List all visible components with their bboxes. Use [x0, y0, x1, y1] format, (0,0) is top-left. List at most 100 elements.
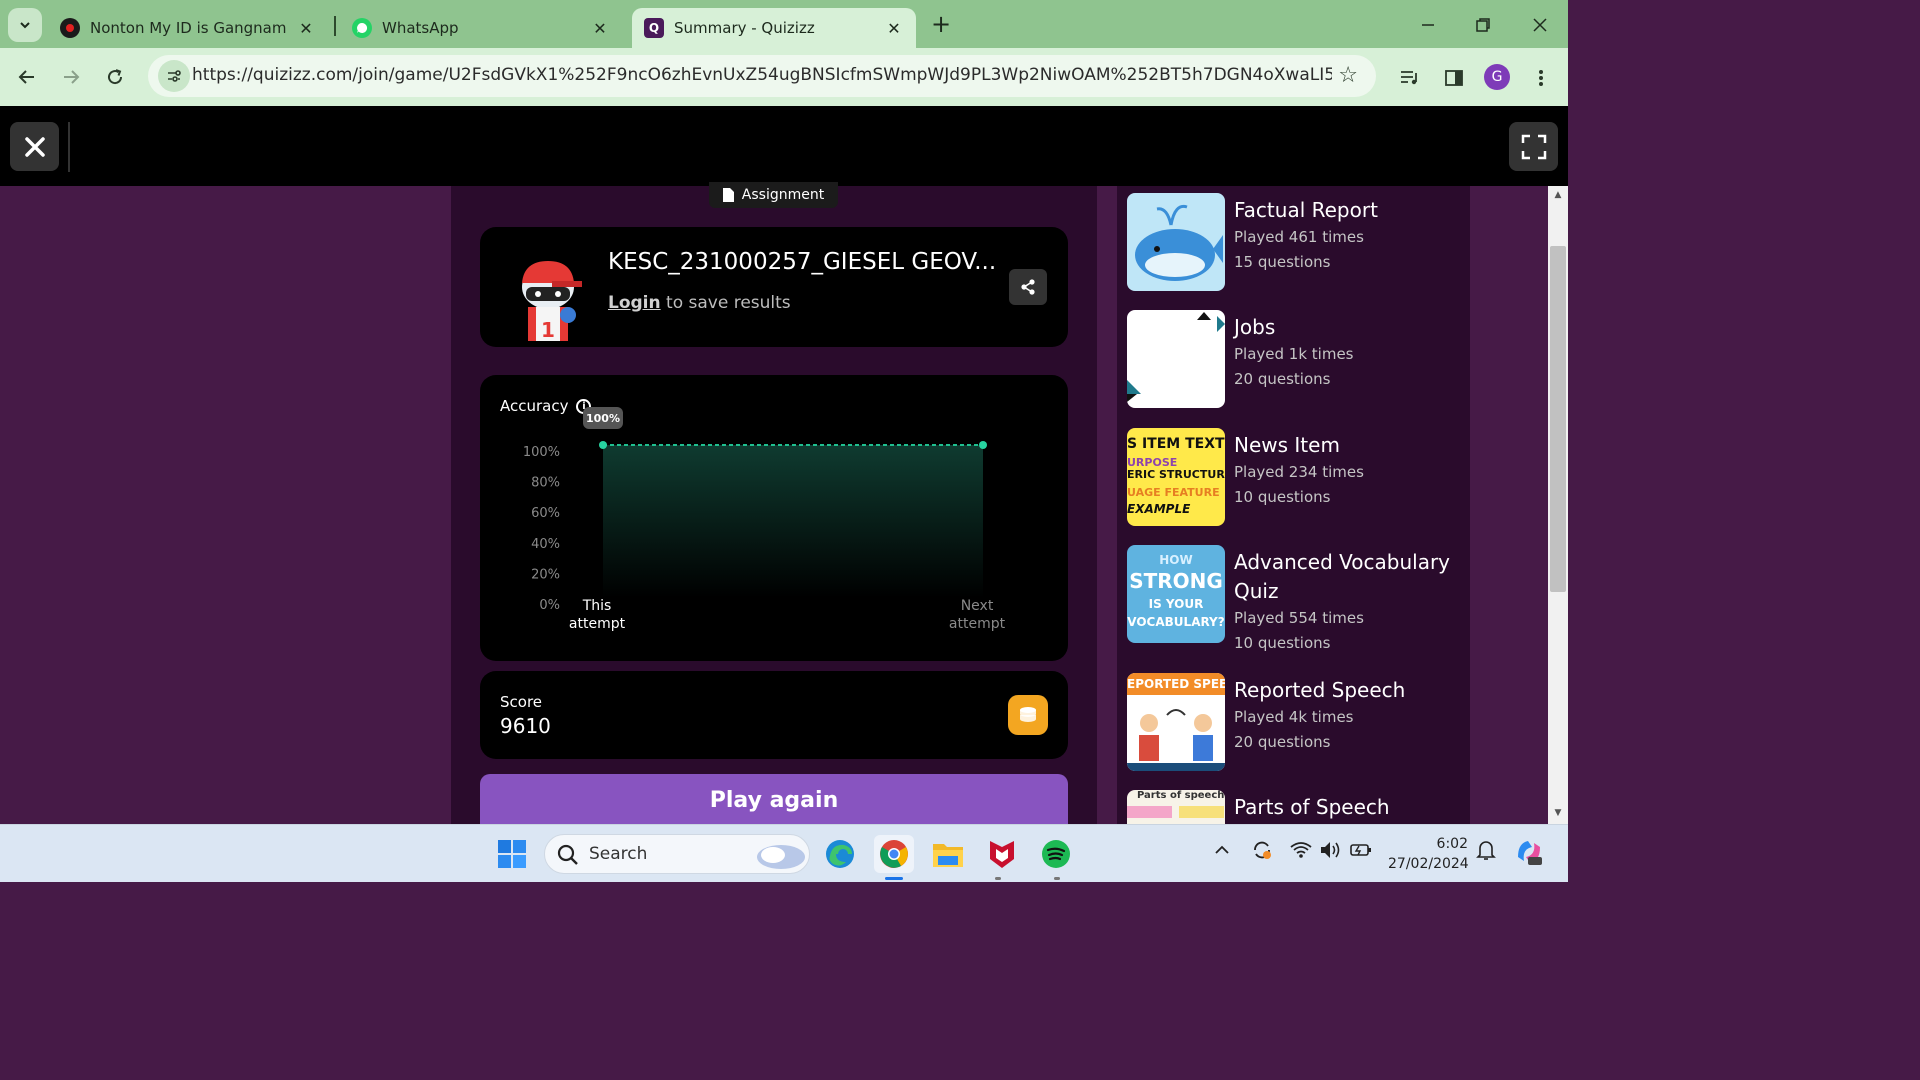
quiz-question-count: 10 questions	[1234, 488, 1331, 506]
quiz-thumbnail[interactable]: EPORTED SPEE	[1127, 673, 1225, 771]
volume-icon[interactable]	[1320, 841, 1342, 863]
fullscreen-button[interactable]	[1509, 122, 1558, 171]
reload-button[interactable]	[98, 60, 132, 94]
quiz-title[interactable]: Advanced Vocabulary Quiz	[1234, 548, 1464, 606]
bookmark-star-icon[interactable]: ☆	[1338, 63, 1358, 88]
quiz-title[interactable]: Reported Speech	[1234, 676, 1464, 705]
document-icon	[722, 188, 734, 202]
data-point-next-attempt[interactable]	[979, 441, 987, 449]
data-point-this-attempt[interactable]	[599, 441, 607, 449]
windows-taskbar: Search 6:02 27/02/2024	[0, 824, 1568, 882]
accuracy-tooltip: 100%	[583, 407, 623, 429]
search-label: Search	[589, 844, 648, 864]
game-header	[0, 106, 1568, 186]
notifications-icon[interactable]	[1476, 839, 1496, 865]
jobs-image	[1127, 312, 1225, 402]
chrome-active-indicator	[885, 877, 903, 880]
thumb-text: ERIC STRUCTURE	[1127, 468, 1225, 481]
search-highlight-image	[757, 845, 805, 869]
close-tab-icon[interactable]: ✕	[296, 19, 316, 38]
taskbar-search-box[interactable]: Search	[544, 834, 810, 874]
quiz-played-count: Played 1k times	[1234, 345, 1354, 363]
url-text[interactable]: https://quizizz.com/join/game/U2FsdGVkX1…	[192, 65, 1332, 85]
forward-button[interactable]	[54, 60, 88, 94]
tab-separator	[334, 16, 336, 36]
scrollbar-thumb[interactable]	[1550, 246, 1566, 592]
battery-icon[interactable]	[1350, 841, 1372, 863]
exit-game-button[interactable]	[10, 122, 59, 171]
quiz-question-count: 20 questions	[1234, 370, 1331, 388]
share-icon	[1021, 279, 1035, 295]
login-link[interactable]: Login	[608, 293, 661, 313]
assignment-badge: Assignment	[709, 182, 838, 208]
y-tick-label: 0%	[539, 598, 560, 613]
quizizz-favicon-icon: Q	[644, 18, 664, 38]
sync-icon[interactable]	[1250, 838, 1274, 866]
quiz-thumbnail[interactable]: Parts of speech	[1127, 790, 1225, 824]
tab-quizizz[interactable]: Q Summary - Quizizz ✕	[632, 8, 916, 48]
quiz-thumbnail[interactable]	[1127, 310, 1225, 408]
chevron-down-icon	[20, 22, 30, 29]
close-window-button[interactable]	[1520, 8, 1560, 42]
quiz-title[interactable]: Factual Report	[1234, 196, 1464, 225]
restore-button[interactable]	[1463, 8, 1503, 42]
address-bar[interactable]: https://quizizz.com/join/game/U2FsdGVkX1…	[148, 55, 1376, 97]
thumb-text: S ITEM TEXT	[1127, 436, 1225, 452]
share-button[interactable]	[1009, 269, 1047, 305]
profile-avatar[interactable]: G	[1484, 64, 1510, 90]
quiz-played-count: Played 234 times	[1234, 463, 1364, 481]
new-tab-button[interactable]: +	[926, 10, 956, 40]
back-arrow-icon	[18, 70, 34, 84]
side-panel-icon[interactable]	[1440, 64, 1468, 92]
browser-tab-bar: Nonton My ID is Gangnam Beau ✕ WhatsApp …	[0, 0, 1568, 48]
wifi-icon[interactable]	[1290, 841, 1312, 863]
spotify-icon[interactable]	[1036, 835, 1076, 873]
y-tick-label: 80%	[531, 476, 560, 491]
thumb-text: Parts of speech	[1137, 790, 1225, 801]
back-button[interactable]	[10, 60, 44, 94]
tab-search-button[interactable]	[8, 8, 42, 42]
edge-browser-icon[interactable]	[820, 835, 860, 873]
x-tick-label: Next attempt	[949, 598, 1006, 632]
player-name: KESC_231000257_GIESEL GEOV...	[608, 249, 997, 275]
thumb-text: EPORTED SPEE	[1127, 677, 1225, 691]
quiz-thumbnail[interactable]: HOW STRONG IS YOUR VOCABULARY?	[1127, 545, 1225, 643]
quiz-played-count: Played 4k times	[1234, 708, 1354, 726]
browser-menu-icon[interactable]	[1527, 64, 1555, 92]
tab-whatsapp[interactable]: WhatsApp ✕	[340, 8, 622, 48]
accuracy-card: Accuracy i 100% 80% 60% 40% 20% 0% 100% This a…	[480, 375, 1068, 661]
close-tab-icon[interactable]: ✕	[884, 19, 904, 38]
copilot-icon[interactable]	[1514, 837, 1544, 871]
y-tick-label: 60%	[531, 506, 560, 521]
site-settings-icon[interactable]	[158, 60, 190, 92]
mcafee-icon[interactable]	[982, 835, 1022, 873]
scroll-up-arrow-icon[interactable]: ▲	[1548, 190, 1568, 204]
quiz-thumbnail[interactable]	[1127, 193, 1225, 291]
file-explorer-icon[interactable]	[928, 835, 968, 873]
quiz-title[interactable]: News Item	[1234, 431, 1464, 460]
score-label: Score	[500, 693, 543, 711]
minimize-button[interactable]	[1408, 8, 1448, 42]
quiz-title[interactable]: Jobs	[1234, 313, 1464, 342]
chrome-icon[interactable]	[874, 835, 914, 873]
site-favicon-icon	[60, 18, 80, 38]
system-clock[interactable]: 6:02 27/02/2024	[1388, 834, 1469, 874]
windows-start-icon[interactable]	[492, 835, 532, 873]
header-divider	[68, 122, 70, 172]
quiz-question-count: 20 questions	[1234, 733, 1331, 751]
media-control-icon[interactable]	[1396, 64, 1424, 92]
close-tab-icon[interactable]: ✕	[590, 19, 610, 38]
y-tick-label: 100%	[523, 445, 560, 460]
login-prompt: Login to save results	[608, 293, 791, 313]
show-hidden-icons-chevron-icon[interactable]	[1214, 841, 1230, 860]
reported-speech-image	[1127, 709, 1225, 771]
browser-toolbar: https://quizizz.com/join/game/U2FsdGVkX1…	[0, 48, 1568, 106]
scroll-down-arrow-icon[interactable]: ▼	[1548, 808, 1568, 822]
tab-nonton[interactable]: Nonton My ID is Gangnam Beau ✕	[48, 8, 328, 48]
tab-title: WhatsApp	[382, 19, 459, 37]
score-value: 9610	[500, 714, 551, 738]
accuracy-chart: 100% 80% 60% 40% 20% 0% 100% This attempt Next a…	[523, 407, 1006, 632]
quiz-thumbnail[interactable]: S ITEM TEXT URPOSE ERIC STRUCTURE UAGE F…	[1127, 428, 1225, 526]
thumb-text: UAGE FEATURE	[1127, 486, 1220, 499]
quiz-title[interactable]: Parts of Speech	[1234, 793, 1464, 822]
